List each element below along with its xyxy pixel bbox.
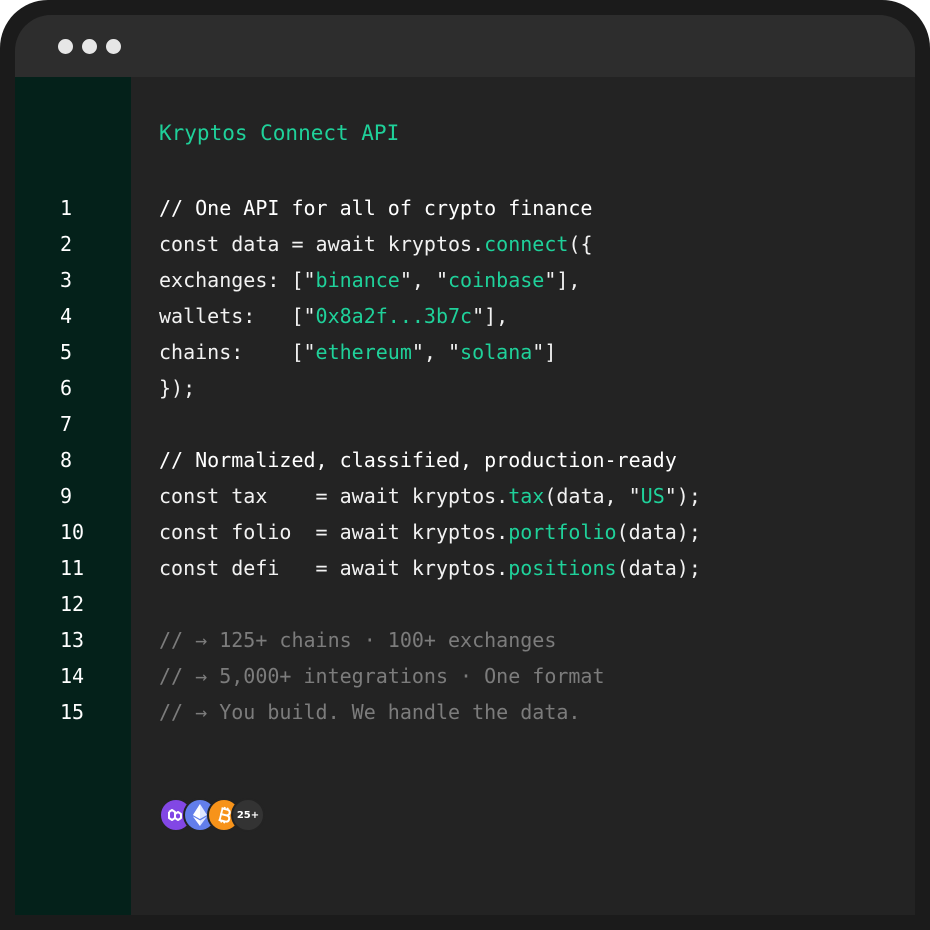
code-line: chains: ["ethereum", "solana"] xyxy=(159,337,915,373)
code-line: }); xyxy=(159,373,915,409)
more-integrations-badge: 25+ xyxy=(231,798,265,832)
line-number: 9 xyxy=(60,484,73,508)
code-line: const defi = await kryptos.positions(dat… xyxy=(159,553,915,589)
code-token-highlight: solana xyxy=(460,340,533,364)
browser-window: 1 2 3 4 5 6 7 8 9 10 11 12 13 14 15 Kryptos Connect AP… xyxy=(0,0,930,930)
line-number: 4 xyxy=(60,304,73,328)
line-number: 8 xyxy=(60,448,73,472)
code-token-highlight: 0x8a2f...3b7c xyxy=(315,304,473,328)
line-number: 11 xyxy=(60,556,85,580)
line-number: 2 xyxy=(60,232,73,256)
line-number: 14 xyxy=(60,664,85,688)
code-token-highlight: connect xyxy=(484,232,569,256)
code-token-highlight: US xyxy=(640,484,665,508)
code-token: // → 125+ chains · 100+ exchanges xyxy=(159,628,557,652)
code-title: Kryptos Connect API xyxy=(159,121,400,145)
code-token: ", " xyxy=(411,340,461,364)
line-numbers: 1 2 3 4 5 6 7 8 9 10 11 12 13 14 15 xyxy=(60,193,84,733)
line-number: 15 xyxy=(60,700,85,724)
line-number: 1 xyxy=(60,196,73,220)
window-content: 1 2 3 4 5 6 7 8 9 10 11 12 13 14 15 Kryptos Connect AP… xyxy=(15,15,915,915)
code-token: const defi = await kryptos. xyxy=(159,556,509,580)
code-line: exchanges: ["binance", "coinbase"], xyxy=(159,265,915,301)
code-token: chains: [" xyxy=(159,340,316,364)
code-token: // One API for all of crypto finance xyxy=(159,196,593,220)
code-token: (data); xyxy=(616,520,701,544)
code-area: Kryptos Connect API // One API for all o… xyxy=(159,115,915,733)
code-token: ", " xyxy=(399,268,449,292)
code-token: ({ xyxy=(568,232,593,256)
code-line: wallets: ["0x8a2f...3b7c"], xyxy=(159,301,915,337)
code-token-highlight: coinbase xyxy=(448,268,545,292)
code-line: // → 125+ chains · 100+ exchanges xyxy=(159,625,915,661)
code-token: const data = await kryptos. xyxy=(159,232,485,256)
line-number: 10 xyxy=(60,520,85,544)
code-lines: // One API for all of crypto finance cons… xyxy=(159,193,915,733)
window-controls xyxy=(58,39,121,54)
window-dot-icon[interactable] xyxy=(82,39,97,54)
code-token: // Normalized, classified, production-re… xyxy=(159,448,677,472)
line-number: 6 xyxy=(60,376,73,400)
window-titlebar xyxy=(15,15,915,77)
code-token: "); xyxy=(664,484,701,508)
code-line: // → You build. We handle the data. xyxy=(159,697,915,733)
code-token: // → 5,000+ integrations · One format xyxy=(159,664,605,688)
code-token: const tax = await kryptos. xyxy=(159,484,509,508)
code-token: "], xyxy=(544,268,581,292)
line-number: 12 xyxy=(60,592,85,616)
code-token: const folio = await kryptos. xyxy=(159,520,509,544)
code-token: "], xyxy=(472,304,509,328)
code-token-highlight: binance xyxy=(315,268,400,292)
code-token: // → You build. We handle the data. xyxy=(159,700,581,724)
code-line: const tax = await kryptos.tax(data, "US"… xyxy=(159,481,915,517)
code-line: // → 5,000+ integrations · One format xyxy=(159,661,915,697)
line-number: 13 xyxy=(60,628,85,652)
code-token: "] xyxy=(532,340,557,364)
more-integrations-count: 25+ xyxy=(236,809,260,821)
code-token: (data, " xyxy=(544,484,641,508)
code-token: wallets: [" xyxy=(159,304,316,328)
code-token-highlight: ethereum xyxy=(315,340,412,364)
code-token-highlight: portfolio xyxy=(508,520,617,544)
code-line: const folio = await kryptos.portfolio(da… xyxy=(159,517,915,553)
code-token-highlight: tax xyxy=(508,484,545,508)
line-number: 7 xyxy=(60,412,73,436)
code-token-highlight: positions xyxy=(508,556,617,580)
code-token: (data); xyxy=(616,556,701,580)
line-number: 3 xyxy=(60,268,73,292)
window-dot-icon[interactable] xyxy=(58,39,73,54)
code-line: // One API for all of crypto finance xyxy=(159,193,915,229)
line-number: 5 xyxy=(60,340,73,364)
code-line: // Normalized, classified, production-re… xyxy=(159,445,915,481)
code-token: }); xyxy=(159,376,196,400)
integration-badges: 25+ xyxy=(159,798,265,832)
code-token: exchanges: [" xyxy=(159,268,316,292)
window-dot-icon[interactable] xyxy=(106,39,121,54)
code-line: const data = await kryptos.connect({ xyxy=(159,229,915,265)
